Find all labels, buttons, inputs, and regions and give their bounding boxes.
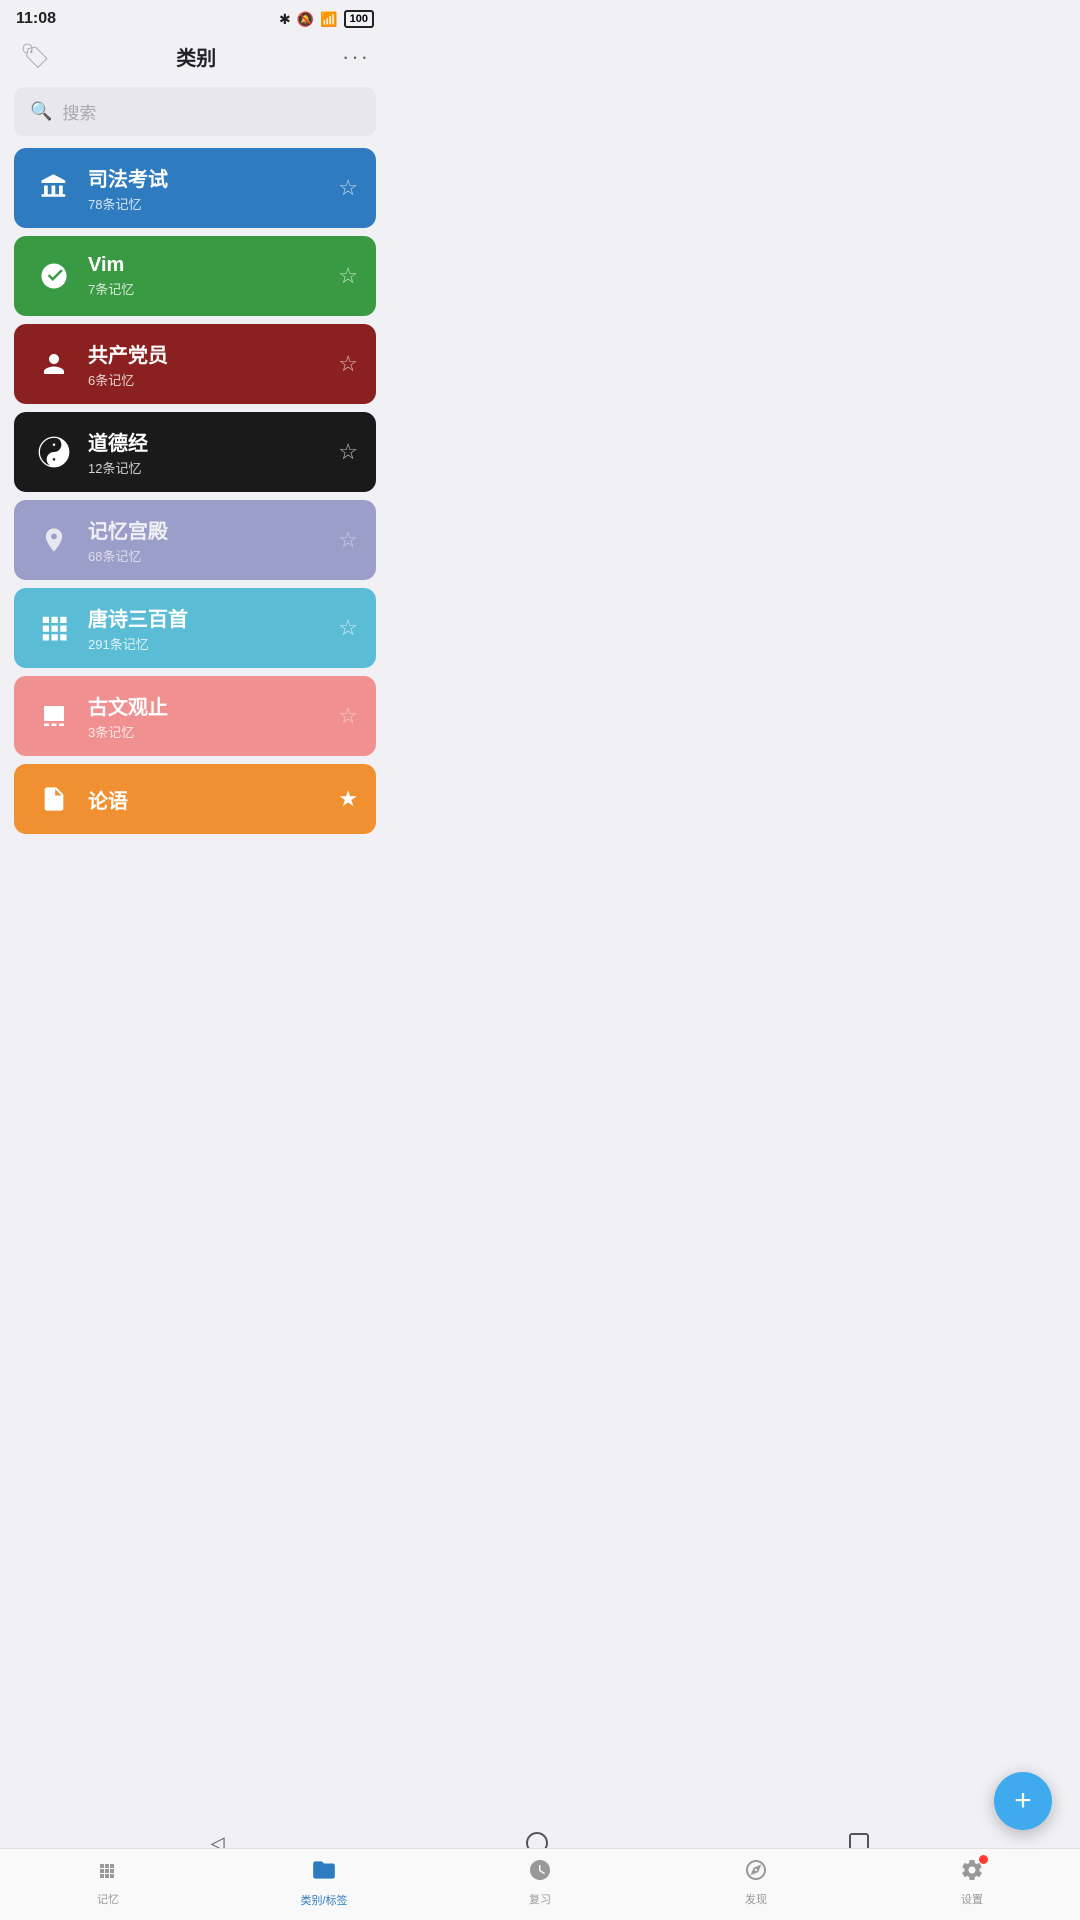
battery-icon: 100 [344, 10, 374, 28]
category-count: 78条记忆 [88, 194, 338, 213]
category-info: 记忆宫殿 68条记忆 [76, 515, 338, 565]
memory-nav-icon-wrap [96, 1858, 120, 1887]
list-item[interactable]: Vim 7条记忆 ☆ [14, 236, 376, 316]
nav-item-discover[interactable]: 发现 [726, 1858, 786, 1907]
nav-label-category: 类别/标签 [300, 1892, 347, 1908]
nav-label-discover: 发现 [745, 1891, 767, 1907]
category-name: Vim [88, 254, 338, 277]
category-info: 论语 [76, 785, 338, 814]
category-count: 7条记忆 [88, 279, 338, 298]
category-count: 3条记忆 [88, 722, 338, 741]
list-item[interactable]: 司法考试 78条记忆 ☆ [14, 148, 376, 228]
category-count: 291条记忆 [88, 634, 338, 653]
nav-label-memory: 记忆 [97, 1891, 119, 1907]
search-icon: 🔍 [30, 101, 52, 122]
category-count: 68条记忆 [88, 546, 338, 565]
list-item[interactable]: 共产党员 6条记忆 ☆ [14, 324, 376, 404]
list-item[interactable]: 唐诗三百首 291条记忆 ☆ [14, 588, 376, 668]
settings-nav-icon-wrap [960, 1858, 984, 1887]
discover-nav-icon-wrap [744, 1858, 768, 1887]
image-icon [32, 701, 76, 731]
star-icon[interactable]: ☆ [338, 439, 358, 465]
bank-icon [32, 173, 76, 203]
category-info: 唐诗三百首 291条记忆 [76, 603, 338, 653]
search-bar[interactable]: 🔍 搜索 [14, 87, 376, 136]
category-count: 12条记忆 [88, 458, 338, 477]
status-icons: ✱ 🔕 📶 100 [279, 10, 374, 28]
star-icon[interactable]: ☆ [338, 351, 358, 377]
category-name: 论语 [88, 785, 338, 814]
search-placeholder: 搜索 [62, 99, 96, 124]
add-button[interactable]: + [994, 1772, 1052, 1830]
category-name: 共产党员 [88, 339, 338, 368]
star-icon[interactable]: ☆ [338, 263, 358, 289]
doc-icon [32, 785, 76, 813]
star-icon[interactable]: ★ [338, 786, 358, 812]
review-nav-icon-wrap [528, 1858, 552, 1887]
category-info: 道德经 12条记忆 [76, 427, 338, 477]
more-options-button[interactable]: ··· [342, 44, 370, 70]
category-list: 司法考试 78条记忆 ☆ Vim 7条记忆 ☆ 共产党员 6条记忆 ☆ [0, 148, 390, 994]
category-name: 记忆宫殿 [88, 515, 338, 544]
grid-icon [32, 613, 76, 643]
list-item[interactable]: 论语 ★ [14, 764, 376, 834]
header: 🏷 类别 ··· [0, 34, 390, 83]
bottom-nav: 记忆 类别/标签 复习 发现 [0, 1848, 1080, 1920]
list-item[interactable]: 记忆宫殿 68条记忆 ☆ [14, 500, 376, 580]
nav-item-memory[interactable]: 记忆 [78, 1858, 138, 1907]
notification-icon: 🔕 [297, 11, 314, 28]
category-name: 古文观止 [88, 691, 338, 720]
category-name: 道德经 [88, 427, 338, 456]
category-info: Vim 7条记忆 [76, 254, 338, 298]
plus-icon: + [1014, 1786, 1032, 1816]
location-icon [32, 526, 76, 554]
category-name: 唐诗三百首 [88, 603, 338, 632]
bluetooth-icon: ✱ [279, 11, 291, 28]
yin-yang-icon [32, 436, 76, 468]
person-icon [32, 349, 76, 379]
star-icon[interactable]: ☆ [338, 527, 358, 553]
category-info: 司法考试 78条记忆 [76, 163, 338, 213]
list-item[interactable]: 古文观止 3条记忆 ☆ [14, 676, 376, 756]
category-info: 古文观止 3条记忆 [76, 691, 338, 741]
category-name: 司法考试 [88, 163, 338, 192]
category-count: 6条记忆 [88, 370, 338, 389]
nav-item-category[interactable]: 类别/标签 [294, 1857, 354, 1908]
nav-label-review: 复习 [529, 1891, 551, 1907]
status-time: 11:08 [16, 10, 56, 28]
star-icon[interactable]: ☆ [338, 175, 358, 201]
nav-label-settings: 设置 [961, 1891, 983, 1907]
star-icon[interactable]: ☆ [338, 615, 358, 641]
vimeo-icon [32, 261, 76, 291]
list-item[interactable]: 道德经 12条记忆 ☆ [14, 412, 376, 492]
category-info: 共产党员 6条记忆 [76, 339, 338, 389]
category-nav-icon-wrap [311, 1857, 337, 1888]
nav-item-review[interactable]: 复习 [510, 1858, 570, 1907]
star-icon[interactable]: ☆ [338, 703, 358, 729]
tag-icon[interactable]: 🏷 [20, 42, 50, 71]
wifi-icon: 📶 [320, 11, 337, 28]
status-bar: 11:08 ✱ 🔕 📶 100 [0, 0, 390, 34]
nav-item-settings[interactable]: 设置 [942, 1858, 1002, 1907]
page-title: 类别 [176, 42, 216, 71]
settings-badge [979, 1855, 988, 1864]
